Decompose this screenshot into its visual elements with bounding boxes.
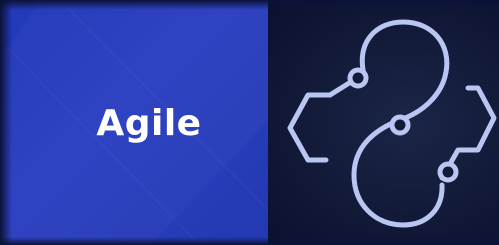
edge-shadow-left: [0, 0, 12, 245]
tile-label: Agile: [96, 102, 202, 144]
agile-loop-icon: [268, 0, 499, 245]
agile-banner: Agile: [0, 0, 499, 245]
agile-tile: Agile: [0, 0, 268, 245]
edge-shadow-top: [0, 0, 499, 10]
edge-shadow-bottom: [0, 237, 499, 245]
